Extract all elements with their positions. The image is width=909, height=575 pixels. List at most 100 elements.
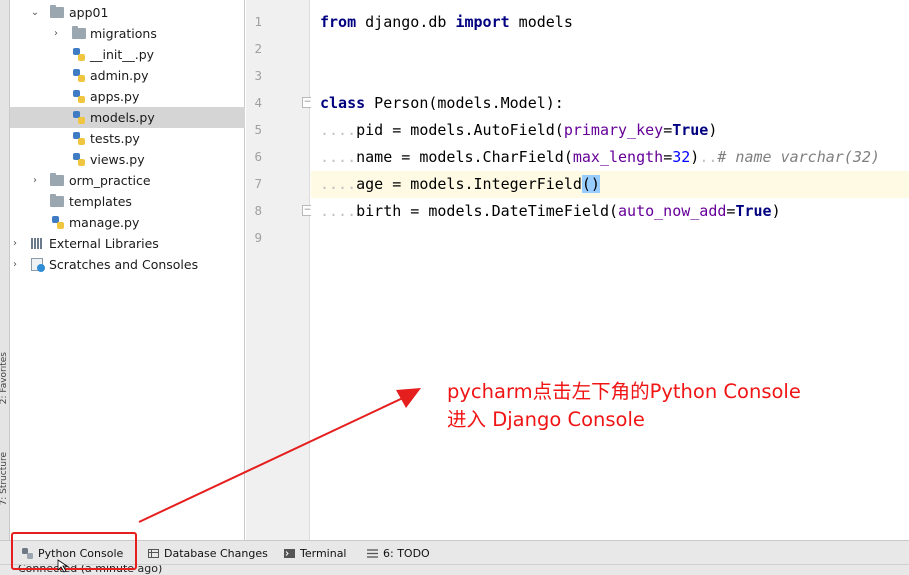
- line-number: 1: [254, 14, 262, 29]
- tree-item-external-libraries[interactable]: › External Libraries: [10, 233, 245, 254]
- line-number: 4: [254, 95, 262, 110]
- tree-item-manage-py[interactable]: manage.py: [10, 212, 245, 233]
- chevron-right-icon[interactable]: ›: [10, 238, 20, 249]
- code-line-1: from django.db import models: [311, 9, 909, 36]
- tree-item-init-py[interactable]: __init__.py: [10, 44, 245, 65]
- line-number: 7: [254, 176, 262, 191]
- line-number: 8: [254, 203, 262, 218]
- code-line-5: ....pid = models.AutoField(primary_key=T…: [311, 117, 909, 144]
- keyword: True: [672, 121, 709, 139]
- annotation-note: pycharm点击左下角的Python Console 进入 Django Co…: [447, 378, 801, 434]
- code-text: pid = models.AutoField(: [356, 121, 564, 139]
- annotation-highlight-box: [11, 532, 137, 570]
- annotation-line-2: 进入 Django Console: [447, 408, 645, 431]
- indent-guide: ....: [320, 148, 357, 166]
- tree-item-label: admin.py: [90, 68, 149, 83]
- project-tree: ⌄ app01 › migrations __init__.py admin.p…: [10, 0, 245, 540]
- code-text: ): [771, 202, 781, 220]
- todo-button[interactable]: 6: TODO: [367, 544, 430, 562]
- python-file-icon: [73, 153, 85, 167]
- code-line-6: ....name = models.CharField(max_length=3…: [311, 144, 909, 171]
- tree-item-label: models.py: [90, 110, 155, 125]
- code-editor[interactable]: from django.db import models class Perso…: [311, 0, 909, 540]
- tool-label: Terminal: [300, 546, 347, 560]
- tree-item-apps-py[interactable]: apps.py: [10, 86, 245, 107]
- folder-icon: [50, 173, 64, 186]
- tree-item-admin-py[interactable]: admin.py: [10, 65, 245, 86]
- code-line-4: class Person(models.Model):: [311, 90, 909, 117]
- code-line-8: ....birth = models.DateTimeField(auto_no…: [311, 198, 909, 225]
- tab-favorites[interactable]: 2: Favorites: [0, 352, 9, 404]
- keyword: import: [455, 13, 510, 31]
- line-number: 9: [254, 230, 262, 245]
- tree-item-label: apps.py: [90, 89, 140, 104]
- left-tool-strip: 2: Favorites 7: Structure: [0, 0, 10, 540]
- code-text: ): [690, 148, 700, 166]
- indent-guide: ....: [320, 175, 357, 193]
- code-text: Person(models.Model):: [365, 94, 564, 112]
- python-file-icon: [73, 132, 85, 146]
- tree-item-label: manage.py: [69, 215, 140, 230]
- line-number: 2: [254, 41, 262, 56]
- tree-item-templates[interactable]: templates: [10, 191, 245, 212]
- folder-icon: [50, 5, 64, 18]
- scratch-icon: [31, 258, 45, 272]
- todo-icon: [367, 548, 378, 559]
- indent-guide: ..: [699, 148, 718, 166]
- number-literal: 32: [672, 148, 691, 166]
- editor-gutter: 1 2 3 4 5 6 7 8 9 − −: [246, 0, 313, 540]
- matched-paren: (): [581, 175, 600, 193]
- chevron-right-icon[interactable]: ›: [51, 28, 61, 39]
- tree-item-tests-py[interactable]: tests.py: [10, 128, 245, 149]
- tree-item-app01[interactable]: ⌄ app01: [10, 2, 245, 23]
- code-line-7-current: ....age = models.IntegerField(): [311, 171, 909, 198]
- code-text: =: [663, 148, 673, 166]
- python-file-icon: [73, 69, 85, 83]
- code-text: age = models.IntegerField: [356, 175, 582, 193]
- database-icon: [148, 548, 159, 559]
- code-text: models: [509, 13, 573, 31]
- code-text: django.db: [356, 13, 456, 31]
- code-text: =: [663, 121, 673, 139]
- tree-item-models-py[interactable]: models.py: [10, 107, 245, 128]
- tab-structure[interactable]: 7: Structure: [0, 452, 9, 506]
- param-name: max_length: [572, 148, 664, 166]
- code-text: ): [708, 121, 718, 139]
- tree-item-label: views.py: [90, 152, 145, 167]
- python-file-icon: [73, 90, 85, 104]
- folder-icon: [72, 26, 86, 39]
- folder-icon: [50, 194, 64, 207]
- chevron-right-icon[interactable]: ›: [10, 259, 20, 270]
- tree-item-views-py[interactable]: views.py: [10, 149, 245, 170]
- tree-item-label: __init__.py: [90, 47, 155, 62]
- param-name: auto_now_add: [618, 202, 727, 220]
- code-text: birth = models.DateTimeField(: [356, 202, 619, 220]
- annotation-line-1: pycharm点击左下角的Python Console: [447, 380, 801, 403]
- chevron-down-icon[interactable]: ⌄: [30, 7, 40, 18]
- keyword: from: [320, 13, 357, 31]
- code-comment: # name varchar(32): [717, 148, 880, 166]
- tree-item-label: templates: [69, 194, 132, 209]
- library-icon: [31, 238, 45, 249]
- python-file-icon: [73, 48, 85, 62]
- line-number: 5: [254, 122, 262, 137]
- tree-item-scratches[interactable]: › Scratches and Consoles: [10, 254, 245, 275]
- line-number: 6: [254, 149, 262, 164]
- param-name: primary_key: [563, 121, 664, 139]
- tree-item-label: tests.py: [90, 131, 140, 146]
- chevron-right-icon[interactable]: ›: [30, 175, 40, 186]
- indent-guide: ....: [320, 121, 357, 139]
- tree-item-migrations[interactable]: › migrations: [10, 23, 245, 44]
- terminal-button[interactable]: Terminal: [284, 544, 347, 562]
- line-number: 3: [254, 68, 262, 83]
- database-changes-button[interactable]: Database Changes: [148, 544, 268, 562]
- keyword: True: [735, 202, 772, 220]
- tree-item-label: Scratches and Consoles: [49, 257, 199, 272]
- tree-item-orm-practice[interactable]: › orm_practice: [10, 170, 245, 191]
- tool-label: 6: TODO: [383, 546, 430, 560]
- tool-label: Database Changes: [164, 546, 268, 560]
- tree-item-label: External Libraries: [49, 236, 159, 251]
- python-file-icon: [73, 111, 85, 125]
- tree-item-label: app01: [69, 5, 109, 20]
- tree-item-label: migrations: [90, 26, 157, 41]
